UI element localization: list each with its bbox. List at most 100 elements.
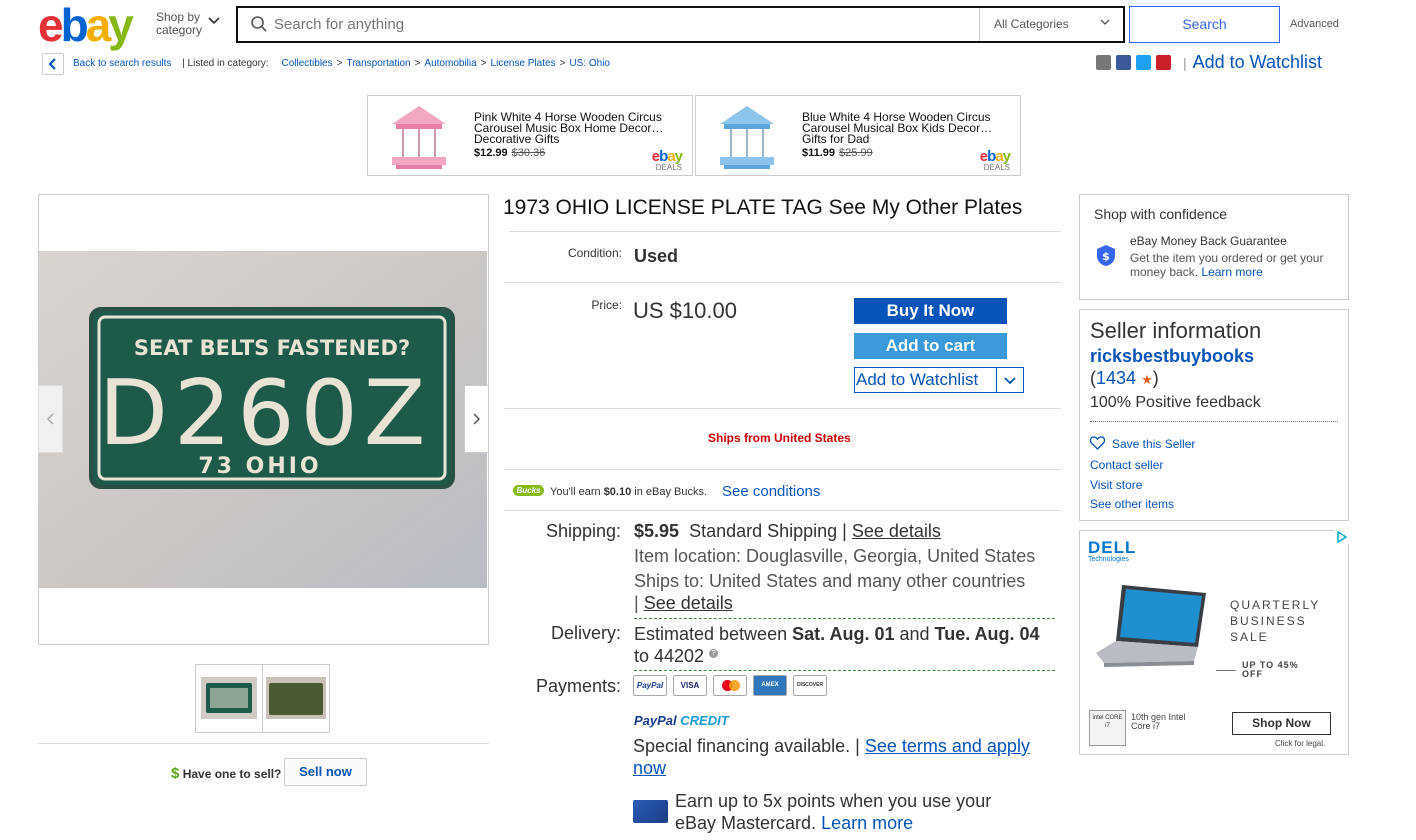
ebay-bucks-text: You'll earn $0.10 in eBay Bucks. [550,486,708,498]
license-plate-photo[interactable]: SEAT BELTS FASTENED? D260Z 73 OHIO [39,251,487,588]
thumbnail[interactable] [262,664,330,733]
divider [38,743,489,744]
deal-title: Blue White 4 Horse Wooden Circus Carouse… [802,110,993,146]
ships-to-details: | See details [634,593,733,613]
ebay-bucks-icon: Bucks [513,485,544,496]
item-location: Item location: Douglasville, Georgia, Un… [634,546,1036,566]
svg-text:$: $ [1102,250,1110,263]
breadcrumb-item[interactable]: Collectibles [281,58,332,69]
shipping-label: Shipping: [545,521,621,541]
divider [634,618,1055,619]
svg-text:SEAT BELTS FASTENED?: SEAT BELTS FASTENED? [134,336,410,360]
divider [504,510,1061,511]
positive-feedback: 100% Positive feedback [1090,394,1261,411]
twitter-icon[interactable] [1136,55,1151,70]
carousel-music-box-image [720,106,774,169]
visa-icon: VISA [673,675,707,696]
shipping-info: $5.95 Standard Shipping | See details [634,521,941,541]
deal-price: $12.99 $30.36 [474,147,546,159]
thumbnail[interactable] [195,664,263,733]
back-to-results-link[interactable]: Back to search results [73,58,171,69]
ebay-logo[interactable]: ebay [38,2,134,48]
deal-price: $11.99 $25.99 [802,147,873,159]
add-to-watchlist-button[interactable]: Add to Watchlist [854,367,1024,393]
breadcrumb-item[interactable]: Transportation [346,58,410,69]
intel-text: 10th gen Intel Core i7 [1131,712,1186,731]
pinterest-icon[interactable] [1156,55,1171,70]
seller-feedback-score: (1434 ★) [1090,368,1159,388]
thumbnail-image [263,665,329,732]
feedback-score-link[interactable]: 1434 [1096,368,1136,388]
ships-from: Ships from United States [708,431,851,445]
chevron-down-icon[interactable] [208,16,220,26]
divider [1090,421,1338,422]
ad-offer: UP TO 45% OFF [1242,660,1299,679]
see-conditions-link[interactable]: See conditions [722,483,820,500]
advanced-search-link[interactable]: Advanced [1290,18,1339,30]
search-input[interactable] [274,8,974,41]
listed-in-label: | Listed in category: [182,58,269,69]
condition-value: Used [634,246,679,266]
see-details-link[interactable]: See details [852,521,941,541]
divider [504,469,1061,470]
visit-store-link[interactable]: Visit store [1090,478,1142,492]
info-icon[interactable]: ? [709,649,719,658]
money-back-guarantee-title: eBay Money Back Guarantee [1130,234,1287,248]
thumbnail-image [196,665,262,732]
email-icon[interactable] [1096,55,1111,70]
seller-name-link[interactable]: ricksbestbuybooks [1090,346,1254,367]
divider [504,282,1061,283]
facebook-icon[interactable] [1116,55,1131,70]
deal-card[interactable]: Pink White 4 Horse Wooden Circus Carouse… [367,95,693,176]
learn-more-link[interactable]: Learn more [821,813,913,833]
breadcrumb-item[interactable]: US: Ohio [569,58,610,69]
learn-more-link[interactable]: Learn more [1201,265,1262,279]
divider [996,368,997,392]
previous-image-button[interactable] [38,385,63,453]
search-icon [251,16,267,32]
divider [504,408,1061,409]
dell-technologies-text: Technologies [1088,556,1129,563]
mastercard-icon [713,675,747,696]
divider [1216,670,1236,671]
heart-icon[interactable] [1090,436,1105,450]
chevron-down-icon[interactable] [1004,376,1016,386]
ships-to: Ships to: United States and many other c… [634,571,1026,591]
shop-by-category[interactable]: Shop by category [156,11,216,37]
save-seller-link[interactable]: Save this Seller [1112,437,1195,451]
star-icon: ★ [1141,372,1153,387]
deal-title: Pink White 4 Horse Wooden Circus Carouse… [474,110,664,146]
divider [509,231,1061,232]
price-value: US $10.00 [633,298,737,323]
ad-choices-icon[interactable] [1334,530,1349,544]
laptop-image [1096,585,1206,667]
chevron-right-icon [473,413,481,425]
shield-icon: $ [1097,245,1115,266]
breadcrumb-item[interactable]: License Plates [491,58,556,69]
add-to-cart-button[interactable]: Add to cart [854,333,1007,359]
deal-card[interactable]: Blue White 4 Horse Wooden Circus Carouse… [695,95,1021,176]
see-details-link[interactable]: See details [644,593,733,613]
chevron-down-icon [1100,19,1110,25]
ebay-deals-logo: ebay DEALS [651,148,683,172]
click-for-legal-link[interactable]: Click for legal. [1275,739,1325,748]
discover-icon: DISCOVER [793,675,827,696]
svg-text:D260Z: D260Z [99,361,432,466]
dell-logo: DELL [1088,538,1137,557]
shop-now-button[interactable]: Shop Now [1232,712,1331,735]
financing-text: Special financing available. | See terms… [633,736,1030,778]
search-button[interactable]: Search [1129,6,1280,43]
money-back-guarantee-desc: Get the item you ordered or get your mon… [1130,251,1324,279]
chevron-left-icon [46,413,54,425]
sell-now-button[interactable]: Sell now [284,758,367,786]
breadcrumb-item[interactable]: Automobilia [424,58,476,69]
see-other-items-link[interactable]: See other items [1090,497,1174,511]
next-image-button[interactable] [464,385,489,453]
carousel-music-box-image [392,106,446,169]
paypal-credit-logo: PayPal CREDIT [634,713,729,728]
back-button[interactable] [42,53,64,75]
contact-seller-link[interactable]: Contact seller [1090,458,1163,472]
delivery-label: Delivery: [550,623,621,643]
add-to-watchlist-link[interactable]: | Add to Watchlist [1183,52,1322,73]
buy-it-now-button[interactable]: Buy It Now [854,298,1007,324]
